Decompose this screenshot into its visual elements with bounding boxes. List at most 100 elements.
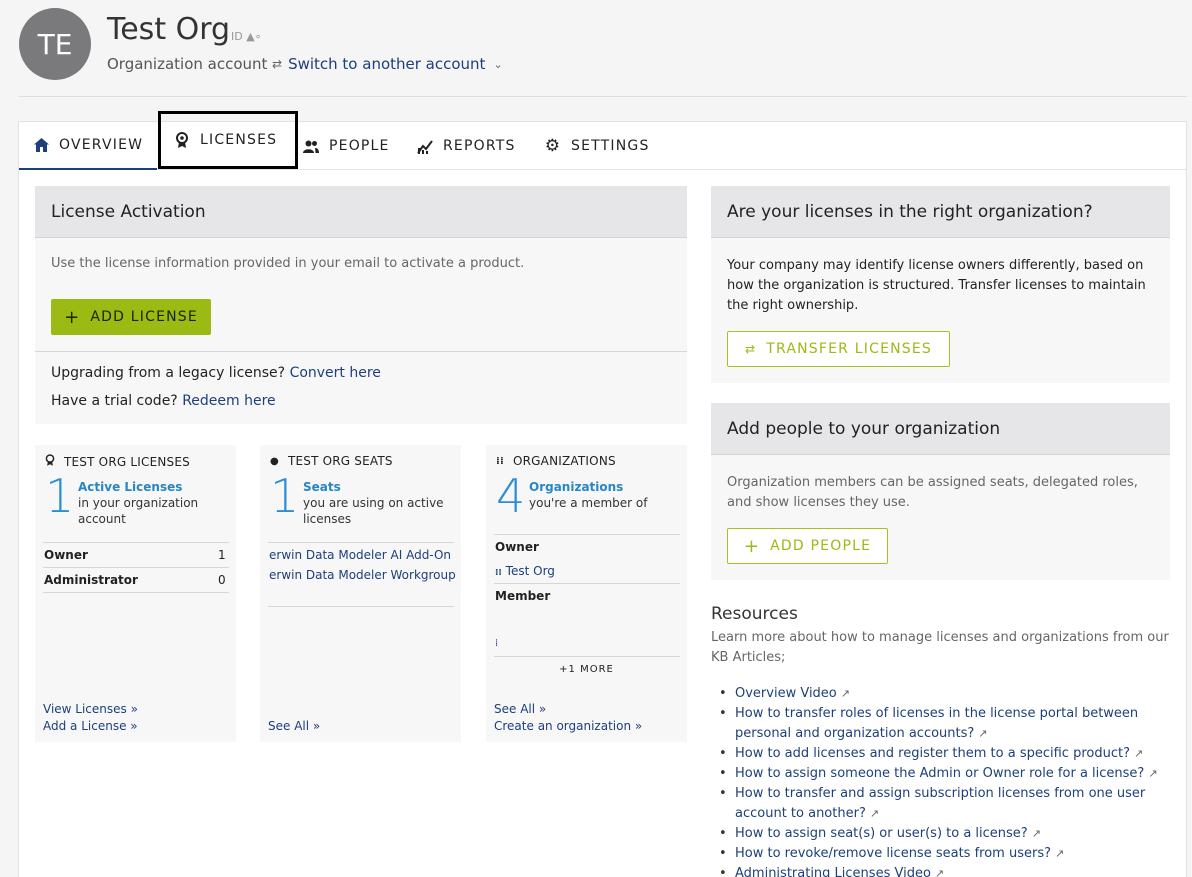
transfer-description: Your company may identify license owners… [727, 258, 1146, 313]
divider [494, 534, 680, 535]
header-divider [19, 96, 1187, 97]
badge-icon [174, 132, 190, 148]
external-link-icon: ↗ [869, 807, 880, 820]
add-people-card-title: Add people to your organization [711, 403, 1170, 455]
organizations-card-title: ⁞⁞ ORGANIZATIONS [496, 454, 616, 468]
tab-reports[interactable]: REPORTS [417, 122, 516, 170]
swap-icon: ⇄ [744, 342, 757, 356]
switch-account-button[interactable]: ⇄ Switch to another account ⌄ [272, 55, 503, 73]
member-section-label: Member [495, 589, 551, 603]
resource-link[interactable]: How to revoke/remove license seats from … [719, 844, 1179, 864]
switch-account-label: Switch to another account [288, 55, 486, 73]
external-link-icon: ↗ [1055, 847, 1065, 860]
tab-settings[interactable]: ⚙ SETTINGS [545, 122, 650, 170]
organizations-link[interactable]: Organizations [529, 480, 623, 494]
legacy-text: Upgrading from a legacy license? [51, 365, 286, 381]
add-license-button[interactable]: + ADD LICENSE [51, 299, 211, 335]
resource-link[interactable]: How to assign someone the Admin or Owner… [719, 764, 1179, 784]
tab-overview-label: OVERVIEW [59, 137, 144, 153]
member-org-link[interactable]: ⁞ [495, 638, 498, 649]
account-type: Organization account [107, 55, 268, 73]
page-title: Test Org [107, 12, 231, 47]
product-link[interactable]: erwin Data Modeler AI Add-On [269, 548, 451, 562]
resources-list: Overview Video↗ How to transfer roles of… [719, 684, 1179, 877]
resource-link[interactable]: Overview Video↗ [719, 684, 1179, 704]
owner-row-count: 1 [218, 548, 226, 562]
active-licenses-link[interactable]: Active Licenses [78, 480, 182, 494]
activation-description: Use the license information provided in … [51, 256, 525, 271]
home-icon [33, 137, 49, 153]
licenses-summary-card: TEST ORG LICENSES 1 Active Licenses in y… [35, 445, 236, 742]
add-people-label: ADD PEOPLE [770, 538, 872, 554]
divider [268, 542, 454, 543]
gear-icon: ⚙ [544, 136, 562, 156]
resources-title: Resources [711, 604, 798, 624]
user-add-icon: ● [270, 455, 279, 467]
seats-link[interactable]: Seats [303, 480, 341, 494]
licenses-card-title-text: TEST ORG LICENSES [64, 454, 190, 469]
avatar: TE [19, 8, 91, 80]
org-id-label[interactable]: ID ▲∘ [231, 30, 262, 43]
divider [494, 583, 680, 584]
seats-see-all-link[interactable]: See All » [268, 719, 320, 733]
external-link-icon: ↗ [978, 727, 988, 740]
organizations-summary-card: ⁞⁞ ORGANIZATIONS 4 Organizations you're … [486, 445, 687, 742]
redeem-here-link[interactable]: Redeem here [182, 393, 275, 409]
seats-card-title: ● TEST ORG SEATS [270, 454, 393, 468]
tab-overview[interactable]: OVERVIEW [19, 122, 157, 170]
tab-people-label: PEOPLE [329, 138, 390, 154]
add-license-label: ADD LICENSE [90, 309, 198, 325]
resource-link[interactable]: How to assign seat(s) or user(s) to a li… [719, 824, 1179, 844]
more-orgs-button[interactable]: +1 MORE [486, 664, 687, 675]
tab-people[interactable]: PEOPLE [303, 122, 390, 170]
owner-section-label: Owner [495, 540, 539, 554]
divider [43, 542, 229, 543]
licenses-count: 1 [45, 469, 75, 523]
orgs-see-all-link[interactable]: See All » [494, 702, 546, 716]
external-link-icon: ↗ [1133, 747, 1144, 760]
tab-reports-label: REPORTS [443, 138, 516, 154]
external-link-icon: ↗ [1031, 827, 1041, 840]
licenses-card-title: TEST ORG LICENSES [45, 454, 190, 469]
tab-bar: OVERVIEW LICENSES PEOPLE REPORTS ⚙ SETTI… [19, 111, 1187, 170]
license-activation-card: License Activation Use the license infor… [35, 186, 687, 424]
add-people-button[interactable]: + ADD PEOPLE [727, 528, 888, 564]
tab-licenses-label: LICENSES [200, 132, 278, 148]
resource-link[interactable]: How to transfer roles of licenses in the… [719, 704, 1179, 744]
external-link-icon: ↗ [1148, 767, 1158, 780]
product-link[interactable]: erwin Data Modeler Workgroup [269, 568, 456, 582]
resource-link[interactable]: How to add licenses and register them to… [719, 744, 1179, 764]
seats-count-desc: you are using on active licenses [303, 496, 444, 526]
tab-licenses[interactable]: LICENSES [158, 111, 298, 169]
create-organization-link[interactable]: Create an organization » [494, 719, 642, 733]
external-link-icon: ↗ [840, 687, 850, 700]
chart-icon [417, 138, 433, 154]
org-icon: ⁞⁞ [496, 455, 504, 467]
divider [43, 592, 229, 593]
resource-link[interactable]: Administrating Licenses Video↗ [719, 864, 1179, 877]
add-people-card: Add people to your organization Organiza… [711, 403, 1170, 580]
transfer-card-title: Are your licenses in the right organizat… [711, 186, 1170, 238]
convert-here-link[interactable]: Convert here [290, 365, 381, 381]
org-id-text: ID [231, 30, 243, 43]
transfer-licenses-label: TRANSFER LICENSES [766, 341, 933, 357]
administrator-row-label: Administrator [44, 573, 138, 587]
add-a-license-link[interactable]: Add a License » [43, 719, 138, 733]
transfer-licenses-card: Are your licenses in the right organizat… [711, 186, 1170, 383]
transfer-licenses-button[interactable]: ⇄ TRANSFER LICENSES [727, 331, 950, 367]
administrator-row-count: 0 [218, 573, 226, 587]
seats-summary-card: ● TEST ORG SEATS 1 Seats you are using o… [260, 445, 461, 742]
add-people-description: Organization members can be assigned sea… [727, 475, 1138, 510]
legacy-row: Upgrading from a legacy license? Convert… [51, 365, 381, 381]
trial-text: Have a trial code? [51, 393, 178, 409]
resource-link[interactable]: How to transfer and assign subscription … [719, 784, 1179, 824]
external-link-icon: ↗ [934, 867, 945, 877]
plus-icon: + [64, 306, 81, 328]
chevron-down-icon: ⌄ [493, 57, 503, 71]
copy-icon[interactable]: ▲∘ [246, 30, 261, 43]
owned-org-link[interactable]: ⁞⁞ Test Org [495, 564, 555, 578]
seats-count: 1 [270, 469, 300, 523]
trial-row: Have a trial code? Redeem here [51, 393, 276, 409]
resources-description: Learn more about how to manage licenses … [711, 630, 1169, 665]
view-licenses-link[interactable]: View Licenses » [43, 702, 138, 716]
